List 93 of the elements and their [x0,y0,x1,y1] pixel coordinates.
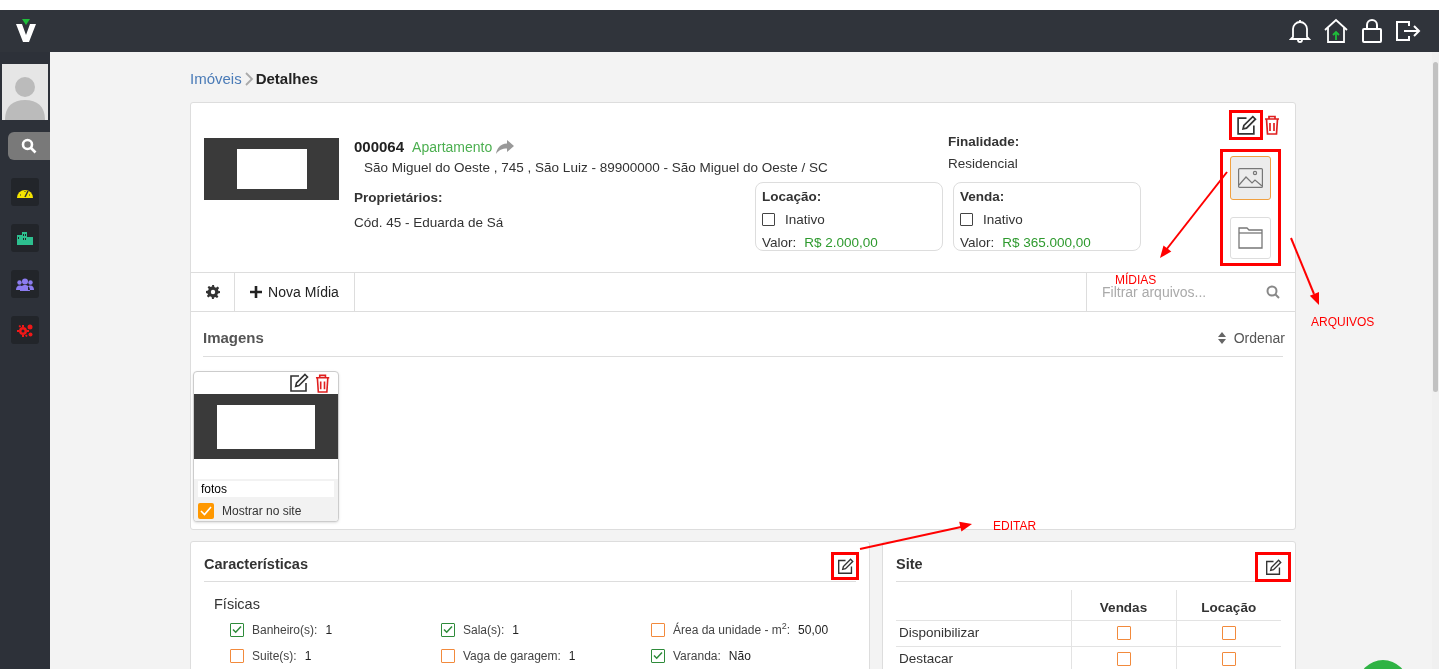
trash-icon [1264,115,1280,135]
checkbox[interactable] [651,648,665,663]
bell-icon[interactable] [1289,19,1311,43]
search-icon [1266,285,1280,299]
breadcrumb-current: Detalhes [255,68,319,89]
deal-title: Locação: [762,188,823,207]
plus-icon [250,286,263,298]
chevron-icon [243,72,254,86]
gears-icon [16,322,34,338]
logout-icon[interactable] [1395,20,1421,42]
checkbox[interactable] [1221,652,1236,666]
edit-icon [1235,114,1257,136]
search-icon [21,138,37,154]
files-tab[interactable] [1229,217,1271,259]
edit-button[interactable] [1230,111,1262,139]
share-icon[interactable] [496,140,515,154]
column-header: Locação [1176,590,1281,620]
checkbox[interactable] [1221,626,1236,640]
status-label: Inativo [983,210,1023,229]
sort-button[interactable]: Ordenar [1217,327,1285,349]
feature-label: Varanda: [673,647,721,665]
edit-button[interactable] [1256,553,1290,581]
checkbox[interactable] [441,622,455,637]
gear-icon [205,285,220,299]
price-value: R$ 2.000,00 [804,233,878,252]
row-label: Destacar [896,646,1071,669]
checkbox[interactable] [198,503,214,519]
deal-title: Venda: [960,188,1006,207]
caption-field[interactable]: fotos [198,481,334,497]
value-label: Valor: [960,233,995,252]
folder-icon [1237,227,1263,249]
delete-button[interactable] [1262,113,1282,137]
feature-value: 1 [325,621,333,639]
price-value: R$ 365.000,00 [1002,233,1091,252]
checkbox[interactable] [1116,626,1131,640]
feature-label: Área da unidade - m$^{2}$: [673,620,791,639]
section-title: Características [204,555,308,575]
feature-value: Não [728,647,751,665]
edit-icon [1264,558,1282,576]
checkbox[interactable] [441,648,455,663]
people-icon [16,277,34,291]
annotation-label: ARQUIVOS [1311,314,1375,331]
delete-button[interactable] [314,373,330,393]
home-icon[interactable] [1323,18,1349,44]
checkbox[interactable] [960,213,973,227]
row-label: Disponibilizar [896,620,1071,646]
feature-label: Suite(s): [252,647,297,665]
feature-value: 50,00 [798,621,829,639]
section-title: Site [896,555,923,575]
edit-icon [288,373,309,393]
checkbox[interactable] [1116,652,1131,666]
purpose-label: Finalidade: [948,133,1020,151]
checkbox[interactable] [762,213,775,227]
lock-icon[interactable] [1361,19,1383,43]
sidebar-item[interactable] [11,178,39,206]
checkbox-label: Mostrar no site [222,503,302,520]
feature-label: Banheiro(s): [252,621,318,639]
feature-label: Sala(s): [463,621,505,639]
logo-icon[interactable] [15,19,37,43]
value-label: Valor: [762,233,797,252]
images-tab[interactable] [1229,156,1271,200]
status-label: Inativo [785,210,825,229]
image-card[interactable]: fotos Mostrar no site [193,371,339,522]
feature-value: 1 [568,647,576,665]
section-title: Imagens [203,327,264,348]
owner-name: Cód. 45 - Eduarda de Sá [354,213,505,232]
avatar [2,64,48,120]
sort-icon [1217,332,1226,344]
edit-icon [836,557,854,575]
group-title: Físicas [214,595,261,614]
purpose-value: Residencial [948,155,1019,174]
annotation-label: EDITAR [993,518,1037,535]
column-header: Vendas [1071,590,1176,620]
checkbox[interactable] [230,648,244,663]
sidebar-item[interactable] [11,224,39,252]
trash-icon [314,373,330,393]
annotation-arrow [1290,237,1319,305]
new-media-button[interactable]: Nova Mídia [235,273,355,311]
annotation-label: MÍDIAS [1115,271,1157,287]
feature-label: Vaga de garagem: [463,647,561,665]
edit-button[interactable] [832,553,858,579]
address-text: São Miguel do Oeste , 745 , São Luiz - 89900000 - São Miguel do Oeste / SC [364,159,828,177]
feature-value: 1 [512,621,520,639]
buildings-icon [17,231,33,245]
property-type: Apartamento [412,137,493,157]
checkbox[interactable] [230,622,244,637]
image-icon [1237,168,1263,188]
checkbox[interactable] [651,622,665,637]
property-code: 000064 [354,136,405,157]
owners-label: Proprietários: [354,189,444,208]
edit-button[interactable] [288,373,309,393]
feature-value: 1 [304,647,312,665]
breadcrumb-link[interactable]: Imóveis [190,67,242,91]
